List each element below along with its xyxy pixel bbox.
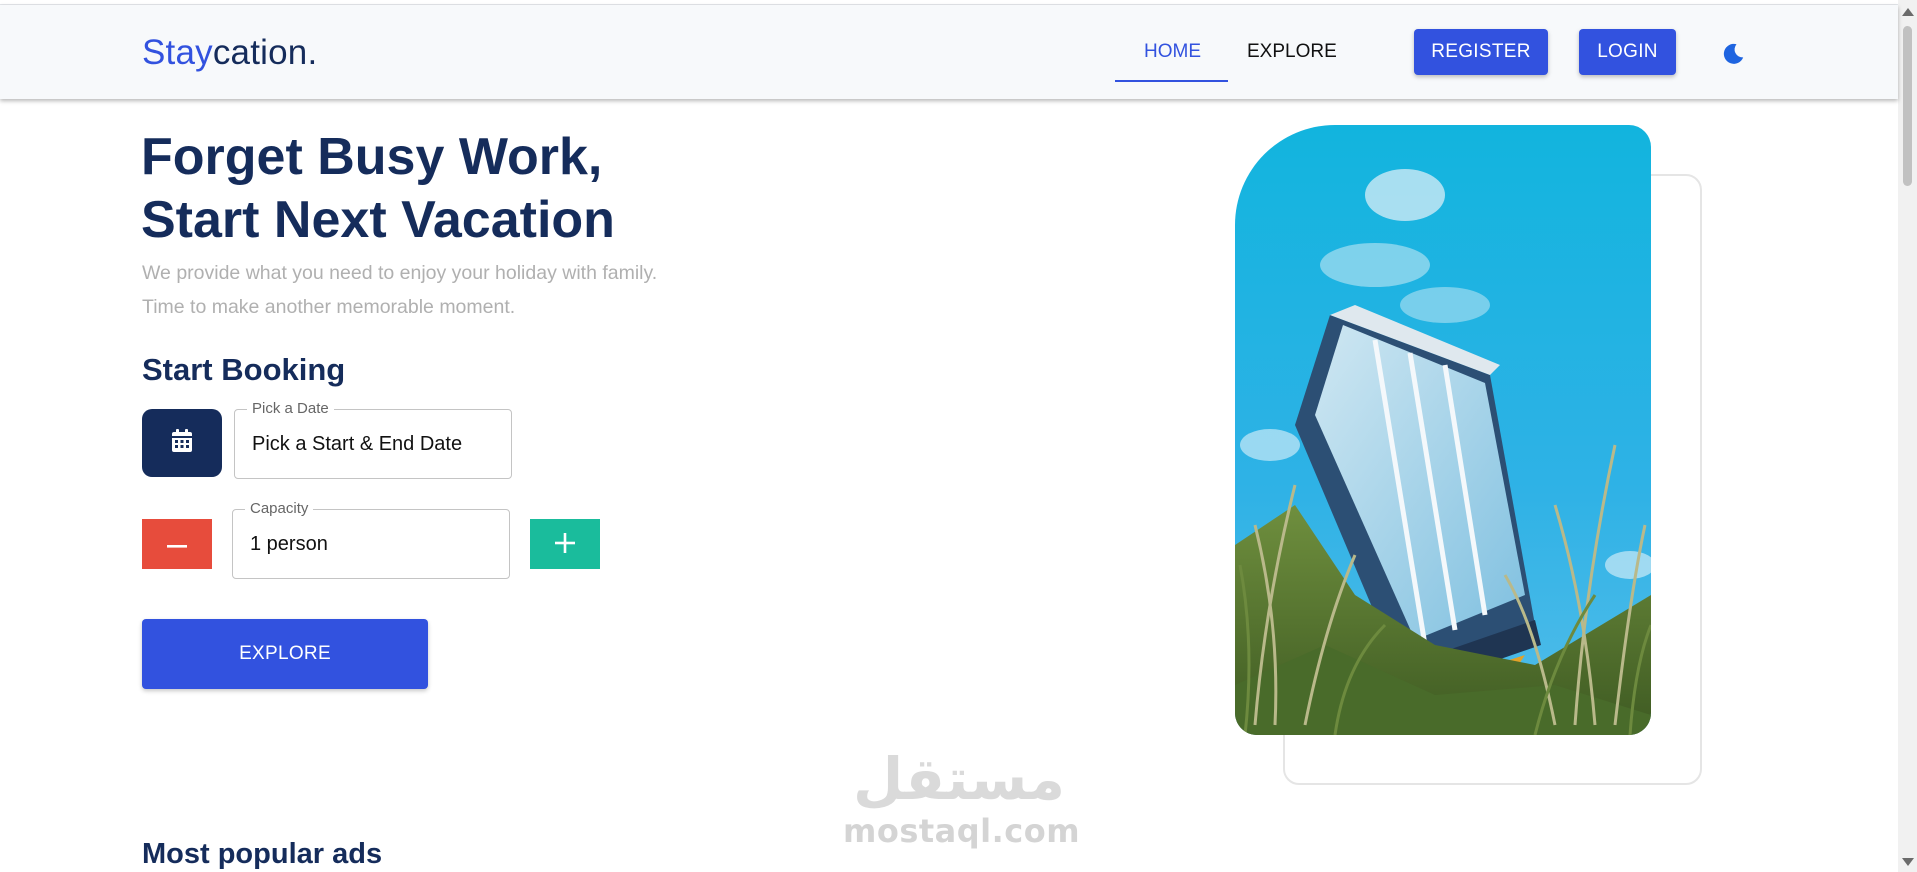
scroll-up-arrow-icon[interactable] (1902, 8, 1914, 16)
register-button[interactable]: REGISTER (1414, 29, 1548, 75)
hero-image (1235, 125, 1651, 735)
moon-icon[interactable] (1720, 41, 1746, 67)
most-popular-title: Most popular ads (142, 838, 383, 870)
calendar-button[interactable] (142, 409, 222, 477)
nav-home-link[interactable]: HOME (1144, 41, 1201, 63)
capacity-field[interactable]: Capacity 1 person (232, 500, 510, 579)
header: Staycation. HOME EXPLORE REGISTER LOGIN (0, 5, 1898, 99)
date-field-label: Pick a Date (247, 400, 334, 418)
date-field-value: Pick a Start & End Date (252, 433, 463, 455)
hero-title-line-1: Forget Busy Work, (141, 128, 603, 186)
nav-active-indicator (1115, 80, 1228, 82)
watermark: مستقل mostaql.com (843, 745, 1081, 850)
hero-title-line-2: Start Next Vacation (141, 191, 615, 249)
minus-icon (167, 537, 187, 552)
capacity-field-value: 1 person (250, 533, 328, 555)
scroll-thumb[interactable] (1903, 26, 1912, 186)
logo-rest: cation. (212, 33, 318, 72)
login-button[interactable]: LOGIN (1579, 29, 1676, 75)
page: Staycation. HOME EXPLORE REGISTER LOGIN … (0, 0, 1917, 872)
hero-subtitle: We provide what you need to enjoy your h… (142, 256, 842, 324)
watermark-latin: mostaql.com (843, 812, 1081, 850)
increase-capacity-button[interactable] (530, 519, 600, 569)
hero-subtitle-line-1: We provide what you need to enjoy your h… (142, 262, 658, 284)
plus-icon (555, 532, 575, 556)
decrease-capacity-button[interactable] (142, 519, 212, 569)
logo-accent: Stay (142, 33, 213, 72)
capacity-field-label: Capacity (245, 500, 314, 518)
scroll-down-arrow-icon[interactable] (1902, 858, 1914, 866)
calendar-icon (170, 428, 194, 459)
date-field[interactable]: Pick a Date Pick a Start & End Date (234, 400, 512, 479)
hero-subtitle-line-2: Time to make another memorable moment. (142, 296, 516, 318)
explore-button[interactable]: EXPLORE (142, 619, 428, 689)
scrollbar[interactable] (1898, 0, 1917, 872)
booking-title: Start Booking (142, 352, 346, 387)
logo[interactable]: Staycation. (142, 33, 317, 73)
watermark-arabic: مستقل (852, 745, 1066, 813)
nav-explore-link[interactable]: EXPLORE (1247, 41, 1337, 63)
hero-title: Forget Busy Work, Start Next Vacation (141, 126, 841, 252)
